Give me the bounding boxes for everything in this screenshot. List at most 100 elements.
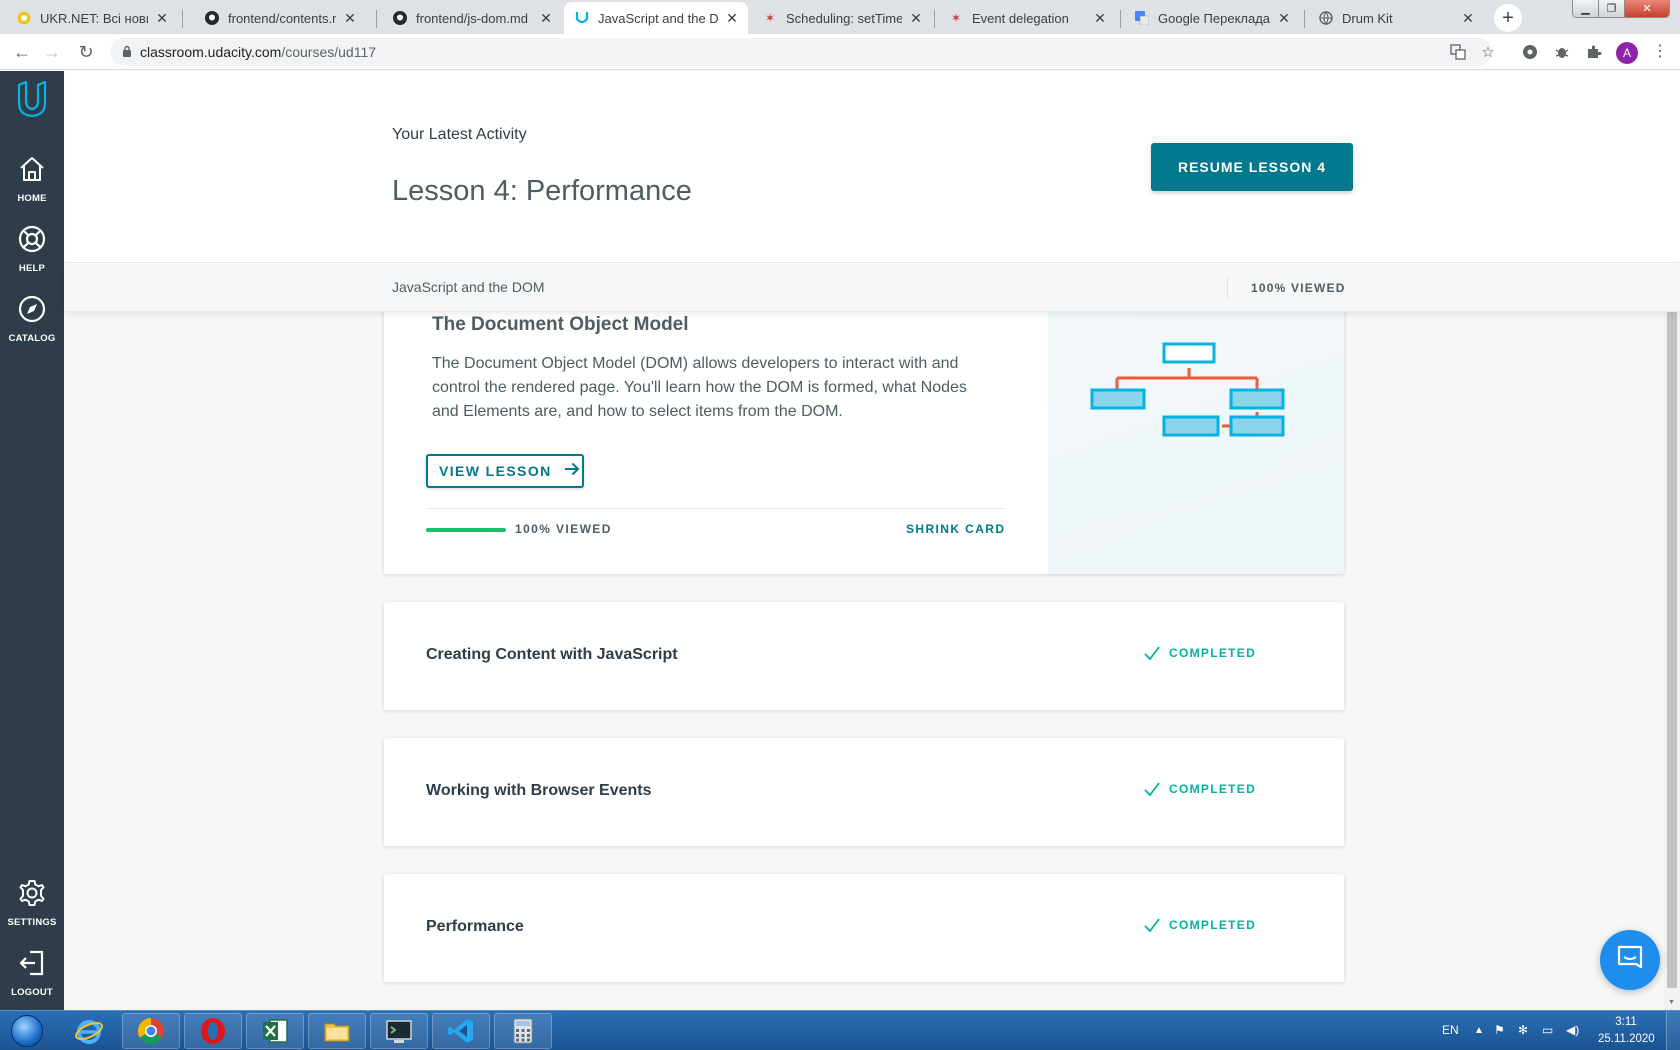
address-bar[interactable]: classroom.udacity.com/courses/ud117: [110, 38, 1492, 66]
profile-initial: A: [1622, 46, 1631, 60]
browser-tab[interactable]: ✶ Scheduling: setTimeout ✕: [752, 2, 932, 34]
chat-support-button[interactable]: [1600, 930, 1660, 990]
windows-logo-icon: [11, 1015, 43, 1047]
shrink-card-button[interactable]: SHRINK CARD: [906, 522, 1005, 536]
close-tab-icon[interactable]: ✕: [154, 10, 170, 27]
sidebar-item-label: CATALOG: [8, 333, 56, 344]
url-text: classroom.udacity.com/courses/ud117: [140, 44, 376, 60]
back-button[interactable]: ←: [10, 40, 34, 64]
browser-tab[interactable]: Drum Kit ✕: [1308, 2, 1484, 34]
close-tab-icon[interactable]: ✕: [1092, 10, 1108, 27]
window-controls: ▁ ❐ ✕: [1572, 0, 1670, 18]
sidebar-item-logout[interactable]: LOGOUT: [0, 947, 64, 998]
calculator-icon[interactable]: [494, 1013, 552, 1049]
action-center-flag-icon[interactable]: ⚑: [1494, 1023, 1505, 1037]
close-tab-icon[interactable]: ✕: [1460, 10, 1476, 27]
close-tab-icon[interactable]: ✕: [538, 10, 554, 27]
clock-time: 3:11: [1615, 1016, 1637, 1028]
vscode-icon[interactable]: [432, 1013, 490, 1049]
checkmark-icon: [1144, 918, 1160, 933]
start-button[interactable]: [4, 1013, 50, 1049]
close-tab-icon[interactable]: ✕: [908, 10, 924, 27]
extension-icon[interactable]: [1520, 42, 1540, 62]
reload-icon: ↻: [78, 41, 94, 62]
tab-title: Google Перекладач: [1158, 10, 1270, 26]
lock-icon: [122, 45, 132, 60]
url-path: /courses/ud117: [281, 44, 377, 60]
internet-explorer-icon[interactable]: [60, 1013, 118, 1049]
forward-button[interactable]: →: [40, 40, 64, 64]
home-icon: [16, 153, 48, 190]
checkmark-icon: [1144, 646, 1160, 661]
file-explorer-icon[interactable]: [308, 1013, 366, 1049]
show-desktop-button[interactable]: [1666, 1011, 1680, 1050]
lesson-card[interactable]: Creating Content with JavaScript COMPLET…: [384, 602, 1344, 710]
chat-bubble-icon: [1615, 943, 1645, 978]
lifebuoy-icon: [16, 223, 48, 260]
tray-expand-icon[interactable]: ▲: [1474, 1025, 1484, 1036]
excel-icon[interactable]: [246, 1013, 304, 1049]
volume-icon[interactable]: ◀): [1566, 1023, 1579, 1037]
lesson-card-title: The Document Object Model: [432, 314, 689, 335]
bug-extension-icon[interactable]: [1552, 42, 1572, 62]
browser-tab[interactable]: frontend/contents.md at master ✕: [194, 2, 366, 34]
chrome-icon[interactable]: [122, 1013, 180, 1049]
plus-icon: +: [1502, 6, 1514, 29]
lesson-card[interactable]: Performance COMPLETED: [384, 874, 1344, 982]
lesson-card[interactable]: Working with Browser Events COMPLETED: [384, 738, 1344, 846]
network-icon[interactable]: ▭: [1542, 1023, 1553, 1037]
lesson-card-description: The Document Object Model (DOM) allows d…: [432, 355, 967, 420]
expanded-lesson-card: The Document Object Model The Document O…: [384, 312, 1344, 574]
close-window-button[interactable]: ✕: [1625, 0, 1669, 17]
reload-button[interactable]: ↻: [74, 40, 98, 64]
minimize-button[interactable]: ▁: [1573, 0, 1599, 17]
browser-tab[interactable]: ✶ Event delegation ✕: [938, 2, 1116, 34]
scroll-down-arrow-icon[interactable]: ▼: [1668, 999, 1675, 1006]
browser-menu-icon[interactable]: ⋮: [1652, 42, 1668, 62]
update-tray-icon[interactable]: ✻: [1518, 1023, 1528, 1037]
opera-icon[interactable]: [184, 1013, 242, 1049]
close-tab-icon[interactable]: ✕: [342, 10, 358, 27]
browser-tab[interactable]: Google Перекладач ✕: [1124, 2, 1300, 34]
url-host: classroom.udacity.com: [140, 44, 282, 60]
new-tab-button[interactable]: +: [1494, 4, 1522, 32]
system-clock[interactable]: 3:11 25.11.2020: [1598, 1014, 1655, 1048]
tab-title: Drum Kit: [1342, 10, 1393, 26]
scrollbar-thumb[interactable]: [1667, 312, 1677, 988]
browser-toolbar: ← → ↻ classroom.udacity.com/courses/ud11…: [0, 34, 1680, 70]
resume-lesson-button[interactable]: RESUME LESSON 4: [1151, 143, 1353, 191]
browser-tab-active[interactable]: JavaScript and the DOM ✕: [564, 2, 748, 34]
translate-icon[interactable]: [1448, 42, 1468, 62]
view-lesson-button[interactable]: VIEW LESSON: [426, 454, 584, 488]
completed-badge: COMPLETED: [1143, 644, 1256, 662]
restore-button[interactable]: ❐: [1599, 0, 1625, 17]
tab-separator: [1304, 10, 1305, 28]
browser-tab[interactable]: frontend/js-dom.md at master ✕: [382, 2, 562, 34]
sidebar-item-help[interactable]: HELP: [0, 223, 64, 274]
language-indicator[interactable]: EN: [1442, 1023, 1459, 1037]
globe-icon: [1318, 10, 1334, 26]
page-scrollbar[interactable]: ▼: [1664, 312, 1680, 1010]
completed-badge: COMPLETED: [1143, 780, 1256, 798]
dom-tree-illustration: [1048, 312, 1344, 574]
lesson-title: Performance: [426, 918, 524, 935]
sidebar-item-home[interactable]: HOME: [0, 153, 64, 204]
browser-tab[interactable]: UKR.NET: Всі новини України ✕: [6, 2, 178, 34]
tab-title: UKR.NET: Всі новини України: [40, 10, 148, 26]
arrow-right-icon: [564, 461, 580, 481]
lesson-status: COMPLETED: [1169, 782, 1257, 796]
close-tab-icon[interactable]: ✕: [1276, 10, 1292, 27]
puzzle-extensions-icon[interactable]: [1584, 42, 1604, 62]
close-tab-icon[interactable]: ✕: [724, 10, 740, 27]
terminal-icon[interactable]: [370, 1013, 428, 1049]
bookmark-star-icon[interactable]: ☆: [1478, 42, 1498, 62]
udacity-logo[interactable]: [16, 80, 48, 118]
sidebar-item-settings[interactable]: SETTINGS: [0, 877, 64, 928]
windows-taskbar: EN ▲ ⚑ ✻ ▭ ◀) 3:11 25.11.2020: [0, 1010, 1680, 1050]
lesson-viewed-status: 100% VIEWED: [515, 522, 612, 536]
tab-separator: [934, 10, 935, 28]
latest-activity-header: Your Latest Activity Lesson 4: Performan…: [64, 71, 1680, 263]
javascript-info-icon: ✶: [764, 11, 776, 25]
profile-avatar[interactable]: A: [1616, 42, 1638, 64]
sidebar-item-catalog[interactable]: CATALOG: [0, 293, 64, 344]
